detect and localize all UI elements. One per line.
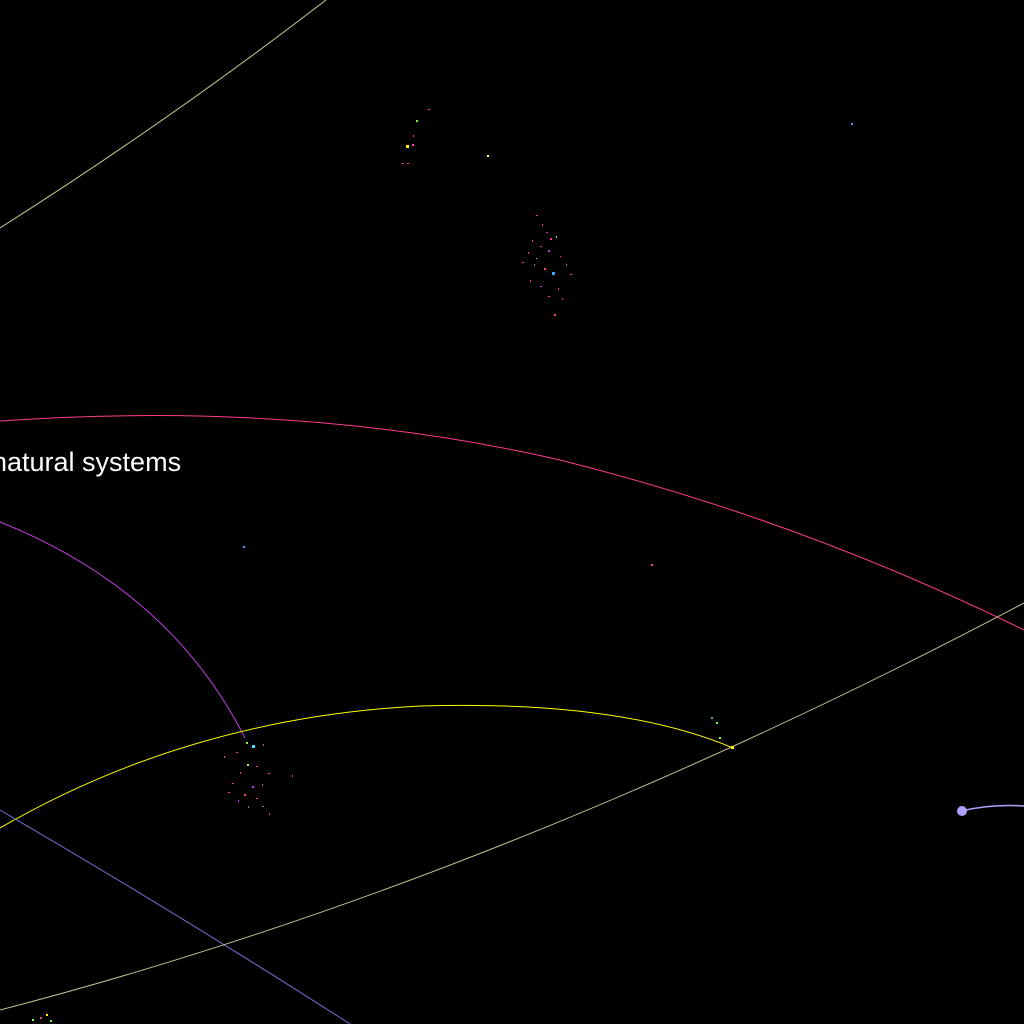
orbit-arc-lavender <box>961 804 1024 812</box>
orbit-arc-blue <box>0 809 351 1024</box>
particle-dot <box>719 737 721 739</box>
particle-cluster-corner <box>32 1014 52 1022</box>
space-visualization: natural systems <box>0 0 1024 1024</box>
orbit-arc-upper-left <box>0 0 327 229</box>
particle-cluster-top <box>402 109 853 164</box>
orbit-canvas <box>0 0 1024 1024</box>
yellow-body <box>731 746 734 749</box>
particle-dot <box>243 546 245 548</box>
orbit-arc-yellow <box>0 704 734 829</box>
particle-dot <box>651 564 653 566</box>
orbit-arc-violet <box>0 521 246 739</box>
particle-dot <box>711 717 713 719</box>
particle-cluster-mid <box>522 215 572 316</box>
lavender-body <box>957 806 967 816</box>
caption-label: natural systems <box>0 447 182 477</box>
particle-dot <box>716 722 718 724</box>
orbit-arc-lower-pale <box>0 602 1024 1011</box>
particle-cluster-low <box>224 742 293 815</box>
